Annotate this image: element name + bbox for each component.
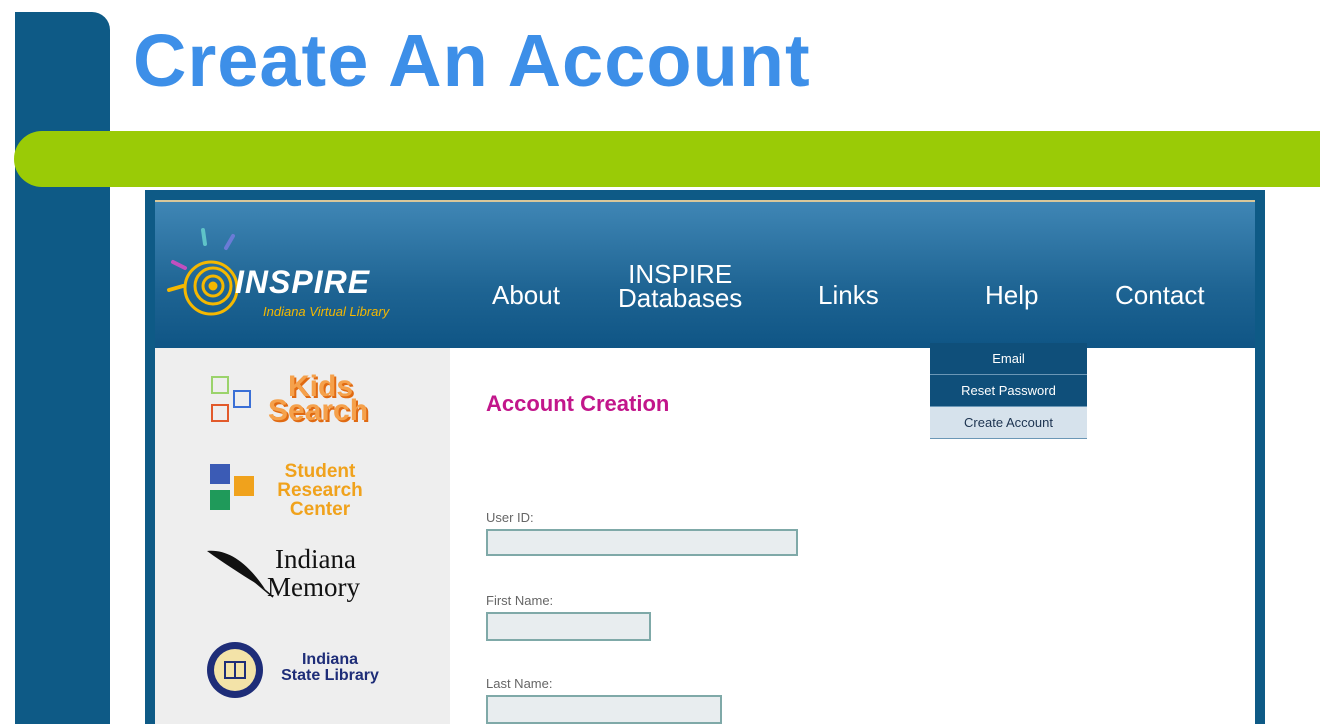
menu-item-reset-password[interactable]: Reset Password: [930, 375, 1087, 407]
slide-title: Create An Account: [133, 19, 811, 102]
help-dropdown-menu: Email Reset Password Create Account: [930, 343, 1087, 439]
student-research-wordmark: Student Research Center: [265, 462, 375, 519]
indiana-memory-wordmark: Indiana Memory: [267, 545, 360, 601]
nav-databases-line2: Databases: [618, 283, 743, 313]
form-title: Account Creation: [486, 391, 670, 416]
kids-search-squares-icon: [211, 376, 251, 422]
kids-search-link[interactable]: Kids Search: [210, 372, 375, 427]
indiana-state-library-wordmark: Indiana State Library: [275, 652, 385, 684]
accent-bar: [14, 131, 1320, 187]
student-research-center-link[interactable]: Student Research Center: [210, 462, 380, 520]
quill-pen-icon: [207, 550, 274, 598]
user-id-label: User ID:: [486, 510, 534, 525]
nav-links[interactable]: Links: [818, 280, 879, 311]
inspire-logo[interactable]: INSPIRE Indiana Virtual Library: [163, 220, 448, 330]
student-line3: Center: [289, 499, 351, 520]
nav-help[interactable]: Help: [985, 280, 1038, 311]
state-library-seal-icon: [207, 642, 263, 698]
isl-line2: State Library: [281, 667, 379, 684]
student-line2: Research: [277, 480, 363, 501]
first-name-label: First Name:: [486, 593, 554, 608]
last-name-label: Last Name:: [486, 676, 553, 691]
logo-tagline: Indiana Virtual Library: [263, 304, 390, 319]
indiana-state-library-link[interactable]: Indiana State Library: [205, 640, 390, 700]
site-header: INSPIRE Indiana Virtual Library About IN…: [155, 200, 1255, 350]
indiana-memory-link[interactable]: Indiana Memory: [205, 545, 390, 615]
user-id-input[interactable]: [486, 529, 798, 556]
nav-contact[interactable]: Contact: [1115, 280, 1205, 311]
slide-left-bar: [15, 12, 110, 724]
memory-line1: Indiana: [275, 544, 356, 574]
kids-search-wordmark: Kids Search: [268, 372, 369, 427]
menu-item-email[interactable]: Email: [930, 343, 1087, 375]
last-name-input[interactable]: [486, 695, 722, 724]
logo-name: INSPIRE: [235, 264, 371, 300]
first-name-input[interactable]: [486, 612, 651, 641]
spiral-sun-icon: [167, 228, 239, 316]
memory-line2: Memory: [267, 572, 360, 602]
nav-about[interactable]: About: [492, 280, 560, 311]
isl-line1: Indiana: [301, 651, 358, 668]
menu-item-create-account[interactable]: Create Account: [930, 407, 1087, 439]
student-line1: Student: [284, 461, 356, 482]
kids-line2: Search: [268, 394, 369, 427]
student-research-squares-icon: [210, 464, 254, 510]
nav-inspire-databases[interactable]: INSPIRE Databases: [618, 261, 743, 313]
